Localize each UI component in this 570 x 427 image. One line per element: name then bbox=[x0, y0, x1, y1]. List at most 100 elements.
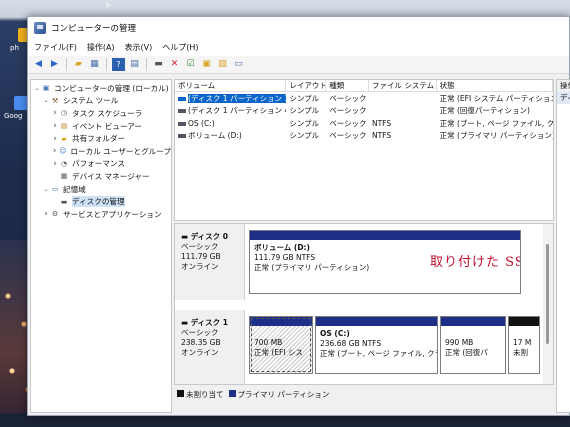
column-layout[interactable]: レイアウト bbox=[286, 80, 327, 91]
tools-icon: ⚒ bbox=[51, 96, 59, 105]
volume-name: (ディスク 1 パーティション 1) bbox=[188, 93, 287, 103]
column-type[interactable]: 種類 bbox=[326, 80, 369, 91]
disk-icon: ▬ bbox=[60, 197, 68, 206]
menu-view[interactable]: 表示(V) bbox=[125, 42, 153, 53]
disk-row-0: ▬ ディスク 0 ベーシック 111.79 GB オンライン ボリューム (D:… bbox=[175, 224, 543, 300]
tree-item[interactable]: › ◷ タスク スケジューラ bbox=[31, 107, 171, 120]
folder-up-icon[interactable]: ▰ bbox=[72, 58, 85, 71]
users-icon: ☺ bbox=[59, 147, 67, 156]
chevron-down-icon[interactable]: ⌄ bbox=[42, 97, 50, 104]
scrollbar-thumb[interactable] bbox=[546, 244, 549, 344]
partition-status: 正常 (回復パ bbox=[445, 348, 488, 357]
partition-status: 正常 (ブート, ページ ファイル, クラ bbox=[320, 349, 438, 358]
google-icon bbox=[14, 96, 28, 110]
title-bar[interactable]: コンピューターの管理 bbox=[28, 17, 569, 39]
partition-d[interactable]: ボリューム (D:) 111.79 GB NTFS 正常 (プライマリ パーティ… bbox=[249, 230, 521, 294]
volume-row[interactable]: ボリューム (D:) シンプル ベーシック NTFS 正常 (プライマリ パーティション… bbox=[175, 130, 553, 143]
tree-item[interactable]: › ☺ ローカル ユーザーとグループ bbox=[31, 145, 171, 158]
help-icon[interactable]: ? bbox=[112, 58, 125, 71]
performance-icon: ◔ bbox=[60, 159, 68, 168]
tree-item[interactable]: › ▤ イベント ビューアー bbox=[31, 120, 171, 133]
menu-action[interactable]: 操作(A) bbox=[87, 42, 115, 53]
volume-cell: 正常 (ブート, ページ ファイル, クラ bbox=[439, 118, 553, 128]
legend-label: プライマリ パーティション bbox=[237, 389, 330, 399]
chevron-right-icon[interactable]: › bbox=[51, 134, 59, 144]
disk-row-1: ▬ ディスク 1 ベーシック 238.35 GB オンライン 700 MB 正常… bbox=[175, 310, 543, 384]
chevron-right-icon[interactable]: › bbox=[51, 121, 59, 131]
tree-item-label: ディスクの管理 bbox=[72, 196, 125, 208]
show-tree-icon[interactable]: ▦ bbox=[88, 58, 101, 71]
actions-pane: 操作 ディ bbox=[556, 79, 570, 413]
tree-item[interactable]: › ▰ 共有フォルダー bbox=[31, 132, 171, 145]
volume-list: ボリューム レイアウト 種類 ファイル システム 状態 (ディスク 1 パーティ… bbox=[174, 79, 554, 221]
tree-item-label: システム ツール bbox=[63, 96, 119, 106]
partition-unallocated[interactable]: 17 M 未割 bbox=[508, 316, 540, 374]
toolbar-separator bbox=[106, 58, 107, 71]
volume-cell: シンプル bbox=[289, 131, 320, 141]
partition-size: 236.68 GB NTFS bbox=[320, 339, 382, 348]
tree-item-label: タスク スケジューラ bbox=[72, 108, 143, 118]
disk-name: ディスク 1 bbox=[190, 318, 229, 327]
properties-icon[interactable]: ▤ bbox=[128, 58, 141, 71]
volume-row[interactable]: (ディスク 1 パーティション 4) シンプル ベーシック 正常 (回復パーティション… bbox=[175, 105, 553, 118]
tree-item[interactable]: › ⚙ サービスとアプリケーション bbox=[31, 208, 171, 221]
computer-management-window: コンピューターの管理 ファイル(F) 操作(A) 表示(V) ヘルプ(H) ◀ … bbox=[27, 16, 570, 416]
disk-label-0[interactable]: ▬ ディスク 0 ベーシック 111.79 GB オンライン bbox=[175, 224, 245, 300]
partition-size: 17 M bbox=[513, 338, 532, 347]
disk-size: 238.35 GB bbox=[181, 338, 221, 347]
volume-cell: ベーシック bbox=[329, 93, 367, 103]
tree-item[interactable]: › ◔ パフォーマンス bbox=[31, 158, 171, 171]
tree-item-label: ローカル ユーザーとグループ bbox=[70, 146, 171, 156]
chevron-down-icon[interactable]: ⌄ bbox=[33, 85, 41, 92]
legend: 未割り当て プライマリ パーティション bbox=[174, 387, 554, 401]
column-file-system[interactable]: ファイル システム bbox=[369, 80, 437, 91]
chevron-right-icon[interactable]: › bbox=[51, 108, 59, 118]
volume-cell: NTFS bbox=[371, 118, 392, 128]
menu-help[interactable]: ヘルプ(H) bbox=[162, 42, 198, 53]
legend-swatch-icon bbox=[228, 389, 236, 397]
tree-item[interactable]: ⌄ ⚒ システム ツール bbox=[31, 95, 171, 108]
partition-bar bbox=[441, 317, 505, 326]
volume-cell: (ディスク 1 パーティション 4) bbox=[175, 105, 286, 116]
chevron-right-icon[interactable]: › bbox=[51, 159, 59, 169]
clock-icon: ◷ bbox=[60, 109, 68, 118]
tree-item[interactable]: ⌄ ▣ コンピューターの管理 (ローカル) bbox=[31, 82, 171, 95]
partition-c[interactable]: OS (C:) 236.68 GB NTFS 正常 (ブート, ページ ファイル… bbox=[315, 316, 438, 374]
check-icon[interactable]: ☑ bbox=[184, 58, 197, 71]
tree-item-label: 記憶域 bbox=[63, 184, 86, 194]
menu-file[interactable]: ファイル(F) bbox=[34, 42, 77, 53]
forward-arrow-icon[interactable]: ▶ bbox=[48, 58, 61, 71]
volume-row[interactable]: (ディスク 1 パーティション 1) シンプル ベーシック 正常 (EFI システム … bbox=[175, 92, 553, 105]
tree-item[interactable]: ▬ ディスクの管理 bbox=[31, 195, 171, 208]
partition-recovery[interactable]: 990 MB 正常 (回復パ bbox=[440, 316, 506, 374]
tree-item[interactable]: ▦ デバイス マネージャー bbox=[31, 170, 171, 183]
console-tree: ⌄ ▣ コンピューターの管理 (ローカル) ⌄ ⚒ システム ツール › ◷ タスク スケジュー… bbox=[30, 79, 172, 413]
chevron-right-icon[interactable]: › bbox=[51, 146, 58, 156]
back-arrow-icon[interactable]: ◀ bbox=[32, 58, 45, 71]
partition-efi[interactable]: 700 MB 正常 (EFI シス bbox=[249, 316, 313, 374]
volume-name: OS (C:) bbox=[188, 118, 215, 128]
tree-item[interactable]: ⌄ ▭ 記憶域 bbox=[31, 183, 171, 196]
disk-status: オンライン bbox=[181, 262, 219, 271]
partition-title: OS (C:) bbox=[320, 329, 350, 338]
chevron-down-icon[interactable]: ⌄ bbox=[42, 186, 50, 193]
disk-type: ベーシック bbox=[181, 328, 219, 337]
legend-label: 未割り当て bbox=[186, 389, 224, 399]
disk-map-scrollbar[interactable] bbox=[543, 224, 553, 384]
tree-item-label: イベント ビューアー bbox=[72, 121, 142, 131]
new-icon[interactable]: ▧ bbox=[216, 58, 229, 71]
connect-icon[interactable]: ▬ bbox=[152, 58, 165, 71]
chevron-right-icon[interactable]: › bbox=[42, 209, 50, 219]
volume-icon bbox=[178, 121, 186, 126]
disk-icon: ▬ bbox=[181, 232, 191, 241]
export-icon[interactable]: ▣ bbox=[200, 58, 213, 71]
desktop-top-text: ト bbox=[104, 1, 112, 10]
refresh-icon[interactable]: ▭ bbox=[232, 58, 245, 71]
partition-bar bbox=[316, 317, 437, 326]
delete-icon[interactable]: ✕ bbox=[168, 58, 181, 71]
column-status[interactable]: 状態 bbox=[437, 80, 553, 91]
actions-item-disk-management[interactable]: ディ bbox=[557, 92, 570, 104]
column-volume[interactable]: ボリューム bbox=[175, 80, 287, 91]
volume-row[interactable]: OS (C:) シンプル ベーシック NTFS 正常 (ブート, ページ ファイル, ク… bbox=[175, 117, 553, 130]
disk-label-1[interactable]: ▬ ディスク 1 ベーシック 238.35 GB オンライン bbox=[175, 310, 245, 384]
